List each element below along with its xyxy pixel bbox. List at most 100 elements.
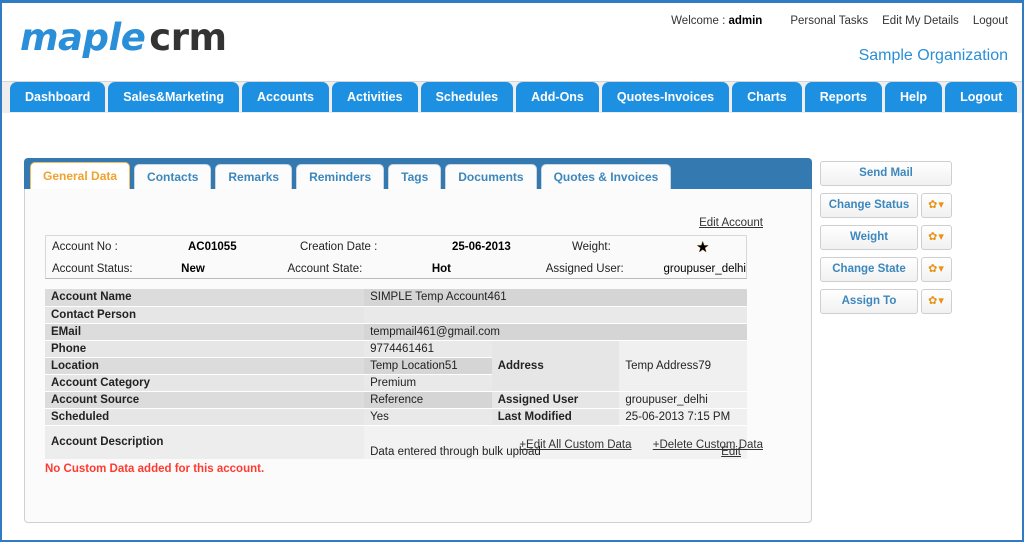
link-personal-tasks[interactable]: Personal Tasks bbox=[790, 15, 868, 27]
change-state-button[interactable]: Change State bbox=[820, 257, 918, 282]
row-value: Temp Location51 bbox=[364, 357, 492, 374]
row-value bbox=[364, 306, 747, 323]
detail-tab-strip: General Data Contacts Remarks Reminders … bbox=[24, 158, 812, 190]
tab-remarks[interactable]: Remarks bbox=[215, 164, 293, 190]
weight-gear-dropdown-icon[interactable]: ✿▾ bbox=[921, 225, 952, 250]
edit-all-custom-data-link[interactable]: +Edit All Custom Data bbox=[519, 439, 631, 451]
general-data-panel: Edit Account Account No : AC01055 Creati… bbox=[24, 189, 812, 523]
logo-crm-text: crm bbox=[149, 16, 227, 59]
row-value: Yes bbox=[364, 408, 492, 425]
weight-star-icon[interactable]: ★ bbox=[696, 240, 709, 255]
description-label: Account Description bbox=[45, 425, 365, 459]
tab-general-data[interactable]: General Data bbox=[30, 162, 131, 190]
row-value-secondary: groupuser_delhi bbox=[619, 391, 747, 408]
app-logo[interactable]: maple crm bbox=[20, 17, 227, 59]
table-row: Account Source Reference Assigned User g… bbox=[45, 391, 747, 408]
table-row: Account Name SIMPLE Temp Account461 bbox=[45, 289, 747, 306]
table-row: Phone 9774461461 Address Temp Address79 bbox=[45, 340, 747, 391]
welcome-username: admin bbox=[728, 15, 763, 27]
nav-item-charts[interactable]: Charts bbox=[732, 82, 802, 112]
creation-date-value: 25-06-2013 bbox=[452, 241, 511, 253]
page-body: General Data Contacts Remarks Reminders … bbox=[2, 113, 1022, 540]
account-no-label: Account No : bbox=[52, 241, 118, 253]
account-status-value: New bbox=[181, 263, 205, 275]
nav-item-activities[interactable]: Activities bbox=[331, 82, 418, 112]
table-row: EMail tempmail461@gmail.com bbox=[45, 323, 747, 340]
table-row: Scheduled Yes Last Modified 25-06-2013 7… bbox=[45, 408, 747, 425]
custom-data-links: +Edit All Custom Data +Delete Custom Dat… bbox=[501, 439, 763, 451]
row-value: SIMPLE Temp Account461 bbox=[364, 289, 747, 306]
account-details-table: Account Name SIMPLE Temp Account461 Cont… bbox=[45, 289, 747, 459]
row-label-secondary: Address bbox=[491, 340, 620, 391]
summary-row-2: Account Status: New Account State: Hot A… bbox=[46, 258, 746, 280]
page-header: maple crm Welcome : admin Personal Tasks Ed… bbox=[2, 3, 1022, 79]
no-custom-data-message: No Custom Data added for this account. bbox=[45, 463, 265, 475]
nav-item-sales-marketing[interactable]: Sales&Marketing bbox=[108, 82, 240, 112]
row-label-secondary: Assigned User bbox=[491, 391, 620, 408]
nav-item-add-ons[interactable]: Add-Ons bbox=[516, 82, 599, 112]
row-value: 9774461461 bbox=[364, 340, 492, 357]
weight-button[interactable]: Weight bbox=[820, 225, 918, 250]
row-label: Account Name bbox=[45, 289, 365, 306]
nav-item-accounts[interactable]: Accounts bbox=[242, 82, 329, 112]
row-label: Phone bbox=[45, 340, 365, 357]
action-weight: Weight ✿▾ bbox=[820, 225, 952, 250]
row-value-secondary: 25-06-2013 7:15 PM bbox=[619, 408, 747, 425]
account-state-label: Account State: bbox=[287, 263, 363, 275]
action-change-status: Change Status ✿▾ bbox=[820, 193, 952, 218]
edit-account-link-row: Edit Account bbox=[699, 217, 763, 229]
link-logout[interactable]: Logout bbox=[973, 15, 1008, 27]
account-summary-box: Account No : AC01055 Creation Date : 25-… bbox=[45, 235, 747, 279]
welcome-text: Welcome : admin bbox=[671, 15, 762, 27]
link-edit-my-details[interactable]: Edit My Details bbox=[882, 15, 959, 27]
creation-date-label: Creation Date : bbox=[300, 241, 378, 253]
nav-item-reports[interactable]: Reports bbox=[804, 82, 882, 112]
application-window: maple crm Welcome : admin Personal Tasks Ed… bbox=[0, 0, 1024, 542]
row-value: Reference bbox=[364, 391, 492, 408]
weight-label: Weight: bbox=[572, 241, 611, 253]
nav-item-dashboard[interactable]: Dashboard bbox=[10, 82, 106, 112]
organization-name: Sample Organization bbox=[858, 47, 1008, 64]
top-utility-links: Welcome : admin Personal Tasks Edit My Det… bbox=[671, 15, 1008, 27]
send-mail-button[interactable]: Send Mail bbox=[820, 161, 952, 186]
edit-account-link[interactable]: Edit Account bbox=[699, 217, 763, 229]
table-row: Contact Person bbox=[45, 306, 747, 323]
row-label: Account Source bbox=[45, 391, 365, 408]
row-value: Premium bbox=[364, 374, 492, 391]
nav-item-help[interactable]: Help bbox=[884, 82, 943, 112]
row-value-secondary: Temp Address79 bbox=[619, 340, 747, 391]
action-change-state: Change State ✿▾ bbox=[820, 257, 952, 282]
row-value: tempmail461@gmail.com bbox=[364, 323, 747, 340]
delete-custom-data-link[interactable]: +Delete Custom Data bbox=[653, 439, 763, 451]
action-send-mail[interactable]: Send Mail bbox=[820, 161, 952, 186]
row-label-secondary: Last Modified bbox=[491, 408, 620, 425]
action-assign-to: Assign To ✿▾ bbox=[820, 289, 952, 314]
row-label: Account Category bbox=[45, 374, 365, 391]
account-status-label: Account Status: bbox=[52, 263, 133, 275]
assign-to-gear-dropdown-icon[interactable]: ✿▾ bbox=[921, 289, 952, 314]
change-status-gear-dropdown-icon[interactable]: ✿▾ bbox=[921, 193, 952, 218]
assign-to-button[interactable]: Assign To bbox=[820, 289, 918, 314]
row-label: EMail bbox=[45, 323, 365, 340]
assigned-user-value: groupuser_delhi bbox=[663, 263, 746, 275]
main-navigation: Dashboard Sales&Marketing Accounts Activ… bbox=[2, 81, 1022, 113]
account-action-panel: Send Mail Change Status ✿▾ Weight ✿▾ Cha… bbox=[820, 161, 952, 321]
nav-item-quotes-invoices[interactable]: Quotes-Invoices bbox=[601, 82, 730, 112]
tab-contacts[interactable]: Contacts bbox=[134, 164, 212, 190]
tab-quotes-invoices[interactable]: Quotes & Invoices bbox=[540, 164, 672, 190]
summary-row-1: Account No : AC01055 Creation Date : 25-… bbox=[46, 236, 746, 258]
account-no-value: AC01055 bbox=[188, 241, 237, 253]
change-state-gear-dropdown-icon[interactable]: ✿▾ bbox=[921, 257, 952, 282]
nav-item-schedules[interactable]: Schedules bbox=[420, 82, 514, 112]
tab-documents[interactable]: Documents bbox=[445, 164, 537, 190]
account-state-value: Hot bbox=[431, 263, 451, 275]
tab-tags[interactable]: Tags bbox=[388, 164, 442, 190]
change-status-button[interactable]: Change Status bbox=[820, 193, 918, 218]
row-label: Scheduled bbox=[45, 408, 365, 425]
nav-item-logout[interactable]: Logout bbox=[945, 82, 1018, 112]
assigned-user-label: Assigned User: bbox=[545, 263, 624, 275]
row-label: Contact Person bbox=[45, 306, 365, 323]
welcome-label: Welcome : bbox=[671, 15, 726, 27]
row-label: Location bbox=[45, 357, 365, 374]
tab-reminders[interactable]: Reminders bbox=[296, 164, 385, 190]
